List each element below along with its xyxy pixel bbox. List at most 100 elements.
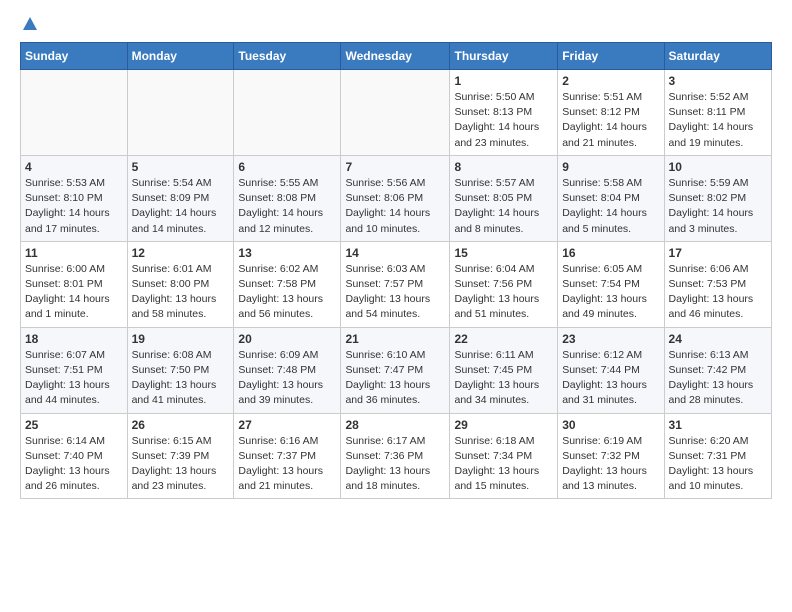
calendar-week-row: 11 Sunrise: 6:00 AM Sunset: 8:01 PM Dayli… <box>21 241 772 327</box>
day-number: 29 <box>454 418 553 432</box>
day-number: 23 <box>562 332 659 346</box>
cell-content: Sunrise: 6:11 AM Sunset: 7:45 PM Dayligh… <box>454 348 553 409</box>
calendar-week-row: 18 Sunrise: 6:07 AM Sunset: 7:51 PM Dayli… <box>21 327 772 413</box>
day-number: 25 <box>25 418 123 432</box>
calendar-week-row: 4 Sunrise: 5:53 AM Sunset: 8:10 PM Daylig… <box>21 155 772 241</box>
cell-content: Sunrise: 5:53 AM Sunset: 8:10 PM Dayligh… <box>25 176 123 237</box>
calendar-cell <box>234 70 341 156</box>
calendar-cell: 29 Sunrise: 6:18 AM Sunset: 7:34 PM Dayli… <box>450 413 558 499</box>
day-number: 17 <box>669 246 767 260</box>
calendar-cell <box>21 70 128 156</box>
cell-content: Sunrise: 6:16 AM Sunset: 7:37 PM Dayligh… <box>238 434 336 495</box>
cell-content: Sunrise: 6:00 AM Sunset: 8:01 PM Dayligh… <box>25 262 123 323</box>
calendar-cell: 3 Sunrise: 5:52 AM Sunset: 8:11 PM Daylig… <box>664 70 771 156</box>
calendar-cell: 12Sunrise: 6:01 AM Sunset: 8:00 PM Dayli… <box>127 241 234 327</box>
day-header: Tuesday <box>234 43 341 70</box>
cell-content: Sunrise: 6:04 AM Sunset: 7:56 PM Dayligh… <box>454 262 553 323</box>
cell-content: Sunrise: 6:14 AM Sunset: 7:40 PM Dayligh… <box>25 434 123 495</box>
day-header: Saturday <box>664 43 771 70</box>
day-number: 31 <box>669 418 767 432</box>
calendar-week-row: 1 Sunrise: 5:50 AM Sunset: 8:13 PM Daylig… <box>21 70 772 156</box>
day-number: 12 <box>132 246 230 260</box>
calendar-cell: 4 Sunrise: 5:53 AM Sunset: 8:10 PM Daylig… <box>21 155 128 241</box>
cell-content: Sunrise: 6:13 AM Sunset: 7:42 PM Dayligh… <box>669 348 767 409</box>
day-number: 19 <box>132 332 230 346</box>
cell-content: Sunrise: 6:06 AM Sunset: 7:53 PM Dayligh… <box>669 262 767 323</box>
cell-content: Sunrise: 5:58 AM Sunset: 8:04 PM Dayligh… <box>562 176 659 237</box>
day-number: 27 <box>238 418 336 432</box>
day-number: 18 <box>25 332 123 346</box>
day-number: 5 <box>132 160 230 174</box>
day-number: 2 <box>562 74 659 88</box>
day-header: Monday <box>127 43 234 70</box>
cell-content: Sunrise: 5:56 AM Sunset: 8:06 PM Dayligh… <box>345 176 445 237</box>
day-number: 16 <box>562 246 659 260</box>
calendar-cell: 30 Sunrise: 6:19 AM Sunset: 7:32 PM Dayli… <box>558 413 664 499</box>
day-number: 4 <box>25 160 123 174</box>
calendar-table: SundayMondayTuesdayWednesdayThursdayFrid… <box>20 42 772 499</box>
cell-content: Sunrise: 6:07 AM Sunset: 7:51 PM Dayligh… <box>25 348 123 409</box>
cell-content: Sunrise: 5:55 AM Sunset: 8:08 PM Dayligh… <box>238 176 336 237</box>
calendar-cell: 23 Sunrise: 6:12 AM Sunset: 7:44 PM Dayli… <box>558 327 664 413</box>
day-number: 7 <box>345 160 445 174</box>
day-number: 8 <box>454 160 553 174</box>
day-number: 11 <box>25 246 123 260</box>
calendar-cell: 17 Sunrise: 6:06 AM Sunset: 7:53 PM Dayli… <box>664 241 771 327</box>
cell-content: Sunrise: 5:51 AM Sunset: 8:12 PM Dayligh… <box>562 90 659 151</box>
calendar-cell: 25 Sunrise: 6:14 AM Sunset: 7:40 PM Dayli… <box>21 413 128 499</box>
day-number: 14 <box>345 246 445 260</box>
calendar-cell: 22 Sunrise: 6:11 AM Sunset: 7:45 PM Dayli… <box>450 327 558 413</box>
cell-content: Sunrise: 6:08 AM Sunset: 7:50 PM Dayligh… <box>132 348 230 409</box>
calendar-header: SundayMondayTuesdayWednesdayThursdayFrid… <box>21 43 772 70</box>
calendar-body: 1 Sunrise: 5:50 AM Sunset: 8:13 PM Daylig… <box>21 70 772 499</box>
calendar-cell: 8 Sunrise: 5:57 AM Sunset: 8:05 PM Daylig… <box>450 155 558 241</box>
calendar-cell: 21 Sunrise: 6:10 AM Sunset: 7:47 PM Dayli… <box>341 327 450 413</box>
day-number: 26 <box>132 418 230 432</box>
calendar-cell: 2 Sunrise: 5:51 AM Sunset: 8:12 PM Daylig… <box>558 70 664 156</box>
day-number: 3 <box>669 74 767 88</box>
calendar-cell: 9 Sunrise: 5:58 AM Sunset: 8:04 PM Daylig… <box>558 155 664 241</box>
calendar-cell: 19 Sunrise: 6:08 AM Sunset: 7:50 PM Dayli… <box>127 327 234 413</box>
cell-content: Sunrise: 6:05 AM Sunset: 7:54 PM Dayligh… <box>562 262 659 323</box>
day-header: Wednesday <box>341 43 450 70</box>
cell-content: Sunrise: 6:10 AM Sunset: 7:47 PM Dayligh… <box>345 348 445 409</box>
day-header: Thursday <box>450 43 558 70</box>
cell-content: Sunrise: 6:17 AM Sunset: 7:36 PM Dayligh… <box>345 434 445 495</box>
day-number: 24 <box>669 332 767 346</box>
day-number: 15 <box>454 246 553 260</box>
header-row: SundayMondayTuesdayWednesdayThursdayFrid… <box>21 43 772 70</box>
cell-content: Sunrise: 5:59 AM Sunset: 8:02 PM Dayligh… <box>669 176 767 237</box>
calendar-cell: 14Sunrise: 6:03 AM Sunset: 7:57 PM Dayli… <box>341 241 450 327</box>
calendar-cell: 16 Sunrise: 6:05 AM Sunset: 7:54 PM Dayli… <box>558 241 664 327</box>
day-number: 28 <box>345 418 445 432</box>
calendar-cell: 28 Sunrise: 6:17 AM Sunset: 7:36 PM Dayli… <box>341 413 450 499</box>
calendar-cell: 1 Sunrise: 5:50 AM Sunset: 8:13 PM Daylig… <box>450 70 558 156</box>
cell-content: Sunrise: 6:18 AM Sunset: 7:34 PM Dayligh… <box>454 434 553 495</box>
day-number: 21 <box>345 332 445 346</box>
day-number: 20 <box>238 332 336 346</box>
calendar-cell: 27 Sunrise: 6:16 AM Sunset: 7:37 PM Dayli… <box>234 413 341 499</box>
cell-content: Sunrise: 5:50 AM Sunset: 8:13 PM Dayligh… <box>454 90 553 151</box>
cell-content: Sunrise: 6:02 AM Sunset: 7:58 PM Dayligh… <box>238 262 336 323</box>
calendar-cell: 20 Sunrise: 6:09 AM Sunset: 7:48 PM Dayli… <box>234 327 341 413</box>
calendar-cell: 13Sunrise: 6:02 AM Sunset: 7:58 PM Dayli… <box>234 241 341 327</box>
calendar-cell: 26 Sunrise: 6:15 AM Sunset: 7:39 PM Dayli… <box>127 413 234 499</box>
cell-content: Sunrise: 6:19 AM Sunset: 7:32 PM Dayligh… <box>562 434 659 495</box>
calendar-cell: 6 Sunrise: 5:55 AM Sunset: 8:08 PM Daylig… <box>234 155 341 241</box>
calendar-cell: 5 Sunrise: 5:54 AM Sunset: 8:09 PM Daylig… <box>127 155 234 241</box>
cell-content: Sunrise: 6:15 AM Sunset: 7:39 PM Dayligh… <box>132 434 230 495</box>
day-number: 1 <box>454 74 553 88</box>
calendar-cell <box>127 70 234 156</box>
calendar-cell: 24 Sunrise: 6:13 AM Sunset: 7:42 PM Dayli… <box>664 327 771 413</box>
cell-content: Sunrise: 5:54 AM Sunset: 8:09 PM Dayligh… <box>132 176 230 237</box>
day-number: 22 <box>454 332 553 346</box>
cell-content: Sunrise: 6:09 AM Sunset: 7:48 PM Dayligh… <box>238 348 336 409</box>
day-number: 9 <box>562 160 659 174</box>
cell-content: Sunrise: 5:57 AM Sunset: 8:05 PM Dayligh… <box>454 176 553 237</box>
cell-content: Sunrise: 5:52 AM Sunset: 8:11 PM Dayligh… <box>669 90 767 151</box>
day-number: 30 <box>562 418 659 432</box>
calendar-cell: 15 Sunrise: 6:04 AM Sunset: 7:56 PM Dayli… <box>450 241 558 327</box>
day-number: 6 <box>238 160 336 174</box>
cell-content: Sunrise: 6:12 AM Sunset: 7:44 PM Dayligh… <box>562 348 659 409</box>
calendar-cell: 7 Sunrise: 5:56 AM Sunset: 8:06 PM Daylig… <box>341 155 450 241</box>
